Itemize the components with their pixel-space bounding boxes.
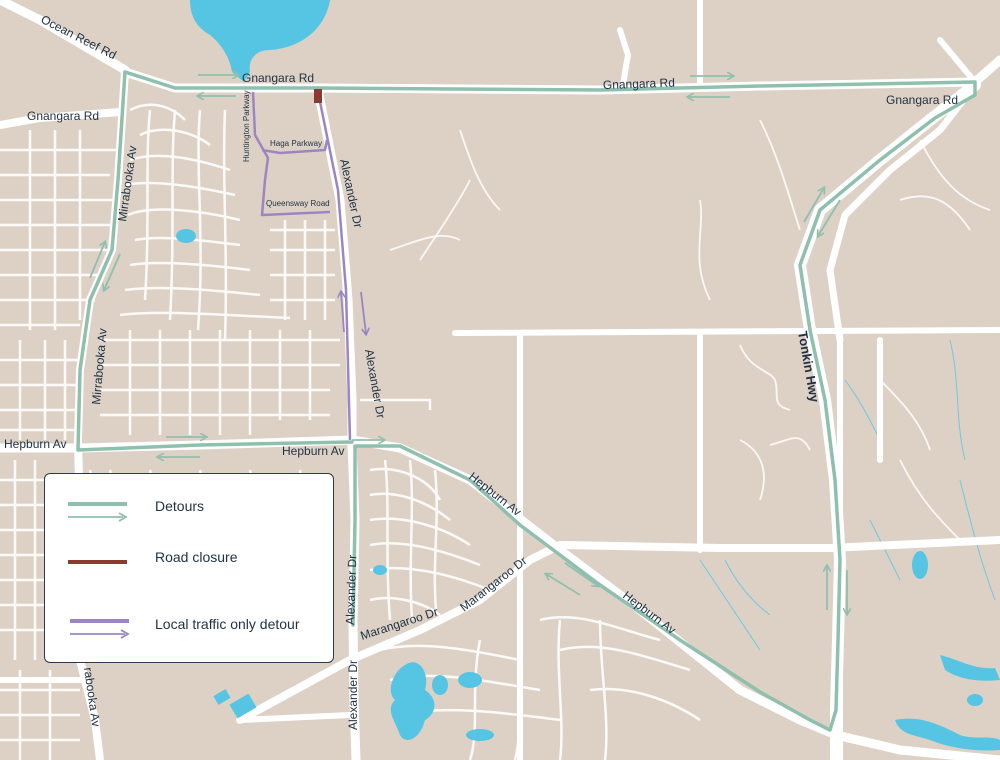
legend-label-road-closure: Road closure xyxy=(155,549,238,565)
lake-small-1 xyxy=(176,229,196,243)
lake-east-1 xyxy=(912,551,928,579)
label-alexander-dr: Alexander Dr xyxy=(346,660,360,730)
legend-item-local-traffic: Local traffic only detour xyxy=(45,611,335,641)
lake-wetland-2 xyxy=(432,675,448,695)
label-gnangara-rd: Gnangara Rd xyxy=(242,71,314,85)
lake-small-2 xyxy=(373,565,387,575)
label-gnangara-rd: Gnangara Rd xyxy=(886,93,958,107)
label-huntington-parkway: Huntington Parkway xyxy=(242,90,251,162)
label-haga-parkway: Haga Parkway xyxy=(270,139,322,148)
label-gnangara-rd: Gnangara Rd xyxy=(27,109,99,123)
legend-label-local-traffic: Local traffic only detour xyxy=(155,616,300,632)
lake-wetland-4 xyxy=(466,729,494,741)
road-closure-marker[interactable] xyxy=(314,89,322,103)
label-gnangara-rd: Gnangara Rd xyxy=(603,75,675,92)
label-queensway-road: Queensway Road xyxy=(266,199,330,208)
map-legend: Detours Road closure Local traffic only … xyxy=(44,473,334,663)
local-detour-line-icon xyxy=(70,619,130,639)
label-alexander-dr: Alexander Dr xyxy=(343,555,359,625)
legend-item-road-closure: Road closure xyxy=(45,549,335,580)
lake-wetland-3 xyxy=(458,672,482,688)
label-hepburn-av: Hepburn Av xyxy=(4,437,67,451)
label-hepburn-av: Hepburn Av xyxy=(282,444,345,458)
detour-line-icon xyxy=(68,502,128,522)
road-closure-line-icon xyxy=(68,560,127,564)
lake-east-4 xyxy=(967,694,983,706)
legend-item-detours: Detours xyxy=(45,494,335,524)
legend-label-detours: Detours xyxy=(155,498,205,514)
